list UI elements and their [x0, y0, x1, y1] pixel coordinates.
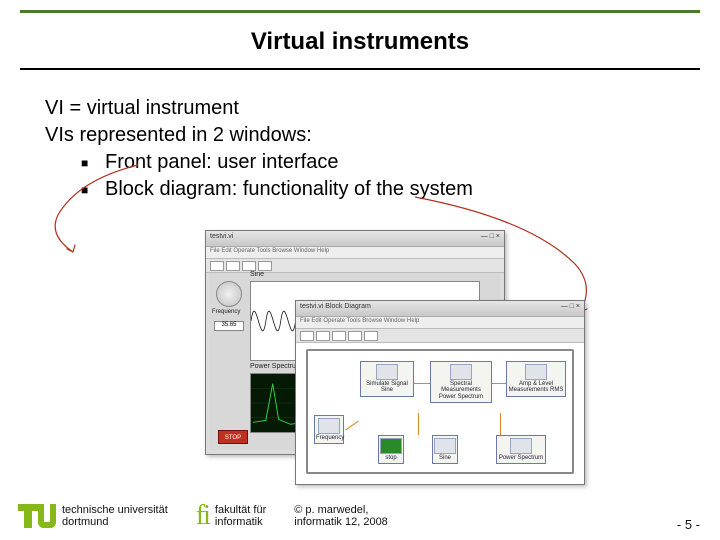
stop-icon	[380, 438, 402, 454]
body-line-1: VI = virtual instrument	[45, 95, 690, 122]
fi-logo: fi fakultät für informatik	[196, 500, 266, 532]
fp-menubar: File Edit Operate Tools Browse Window He…	[206, 247, 504, 259]
copy-line1: © p. marwedel,	[294, 504, 388, 516]
bd-window-controls: — □ ×	[561, 303, 580, 314]
spectrum-indicator-node[interactable]: Power Spectrum	[496, 435, 546, 464]
frequency-knob[interactable]	[216, 281, 242, 307]
slide-title: Virtual instruments	[0, 28, 720, 56]
title-rule	[20, 68, 700, 70]
bd-title-text: testvi.vi Block Diagram	[300, 303, 371, 314]
sine-indicator-node[interactable]: Sine	[432, 435, 458, 464]
frequency-knob-label: Frequency	[212, 309, 240, 315]
page-number: - 5 -	[677, 517, 700, 532]
figure-area: testvi.vi — □ × File Edit Operate Tools …	[205, 230, 585, 490]
bd-toolbar-btn[interactable]	[332, 331, 346, 341]
footer: technische universität dortmund fi fakul…	[0, 492, 720, 540]
level-icon	[525, 364, 547, 380]
freq-node-label: Frequency	[316, 435, 344, 441]
wire	[492, 383, 506, 384]
fp-toolbar-btn[interactable]	[226, 261, 240, 271]
stop-node-label: stop	[385, 455, 396, 461]
wire	[414, 383, 430, 384]
fp-label-sine: Sine	[250, 271, 264, 278]
simulate-signal-node[interactable]: Simulate Signal Sine	[360, 361, 414, 397]
graph-icon	[434, 438, 456, 454]
arrow-to-front-panel	[38, 160, 218, 260]
fi-line1: fakultät für	[215, 504, 266, 516]
amp-level-node[interactable]: Amp & Level Measurements RMS	[506, 361, 566, 397]
fp-toolbar-btn[interactable]	[210, 261, 224, 271]
bd-canvas: Frequency Simulate Signal Sine Spectral …	[300, 343, 580, 480]
bd-menubar: File Edit Operate Tools Browse Window He…	[296, 317, 584, 329]
dial-icon	[318, 418, 340, 434]
bd-toolbar-btn[interactable]	[348, 331, 362, 341]
fft-icon	[450, 364, 472, 380]
copyright-block: © p. marwedel, informatik 12, 2008	[294, 504, 388, 528]
tu-line2: dortmund	[62, 516, 168, 528]
top-rule	[20, 10, 700, 13]
fi-line2: informatik	[215, 516, 266, 528]
stop-button[interactable]: STOP	[218, 430, 248, 444]
graph-icon	[510, 438, 532, 454]
bd-toolbar-btn[interactable]	[316, 331, 330, 341]
bd-toolbar	[296, 329, 584, 343]
fp-toolbar-btn[interactable]	[242, 261, 256, 271]
simulate-node-label: Simulate Signal Sine	[366, 381, 408, 393]
fp-toolbar-btn[interactable]	[258, 261, 272, 271]
bd-titlebar: testvi.vi Block Diagram — □ ×	[296, 301, 584, 317]
fi-mark-icon: fi	[196, 500, 209, 532]
sine-node-label: Sine	[439, 455, 451, 461]
bd-toolbar-btn[interactable]	[364, 331, 378, 341]
fp-window-controls: — □ ×	[481, 233, 500, 244]
tu-mark-icon	[24, 504, 56, 528]
fp-title-text: testvi.vi	[210, 233, 233, 244]
freq-control-node[interactable]: Frequency	[314, 415, 344, 444]
fp-titlebar: testvi.vi — □ ×	[206, 231, 504, 247]
wire	[418, 413, 419, 435]
body-line-2: VIs represented in 2 windows:	[45, 122, 690, 149]
spectral-node-label: Spectral Measurements Power Spectrum	[439, 381, 483, 400]
wave-icon	[376, 364, 398, 380]
out-node-label: Power Spectrum	[499, 455, 543, 461]
fp-label-spectrum: Power Spectrum	[250, 363, 302, 370]
tu-line1: technische universität	[62, 504, 168, 516]
amp-node-label: Amp & Level Measurements RMS	[509, 381, 564, 393]
block-diagram-window: testvi.vi Block Diagram — □ × File Edit …	[295, 300, 585, 485]
frequency-value[interactable]: 35.65	[214, 321, 244, 331]
stop-terminal-node[interactable]: stop	[378, 435, 404, 464]
spectral-measure-node[interactable]: Spectral Measurements Power Spectrum	[430, 361, 492, 403]
bd-toolbar-btn[interactable]	[300, 331, 314, 341]
tu-dortmund-logo: technische universität dortmund	[24, 504, 168, 528]
wire	[500, 413, 501, 435]
copy-line2: informatik 12, 2008	[294, 516, 388, 528]
